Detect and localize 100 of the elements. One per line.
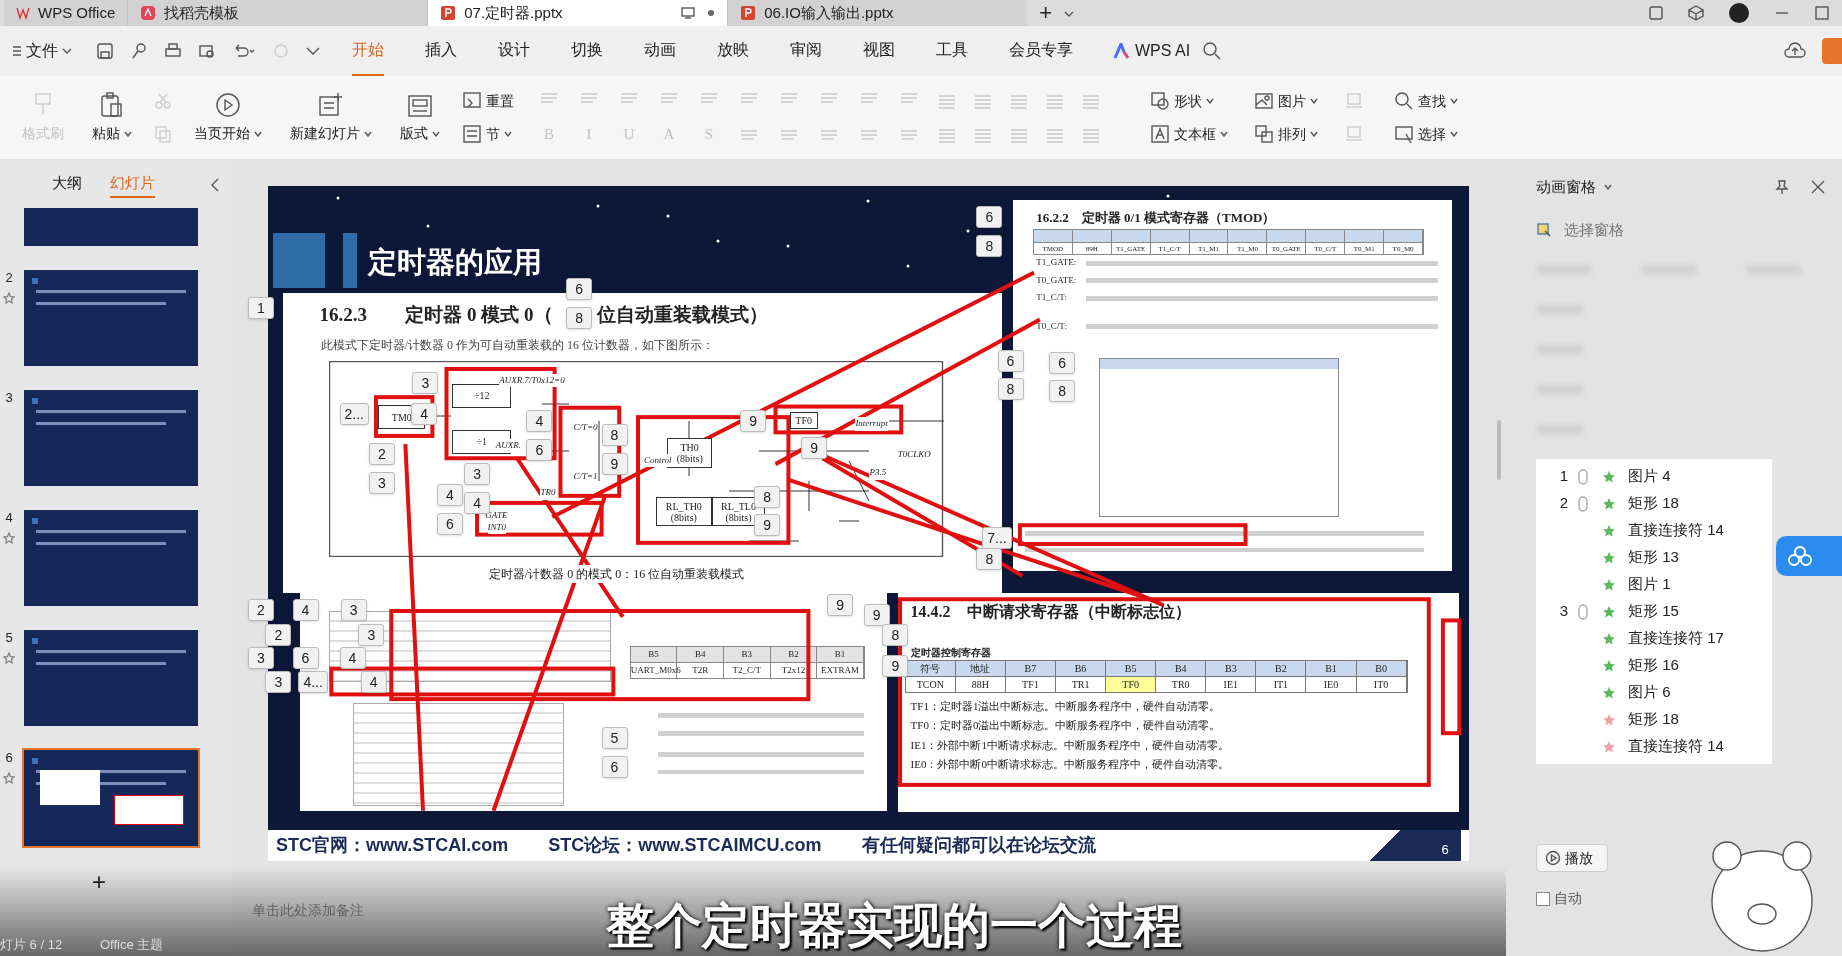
animation-item[interactable]: 直接连接符 14 xyxy=(1536,517,1772,544)
animation-order-tag[interactable]: 8 xyxy=(1049,380,1076,403)
copy-icon[interactable] xyxy=(154,124,172,143)
ribbon-tab[interactable]: 设计 xyxy=(498,26,530,76)
animation-item[interactable]: 图片 1 xyxy=(1536,571,1772,598)
avatar-icon[interactable] xyxy=(1728,2,1750,24)
animation-order-tag[interactable]: 6 xyxy=(526,439,553,461)
animation-order-tag[interactable]: 8 xyxy=(976,548,1003,571)
ribbon-tab[interactable]: 动画 xyxy=(644,26,676,76)
pane-title[interactable]: 动画窗格 xyxy=(1536,176,1612,199)
animation-order-tag[interactable]: 3 xyxy=(412,372,439,395)
animation-order-tag[interactable]: 9 xyxy=(601,453,628,476)
ribbon-button[interactable]: 新建幻灯片 xyxy=(290,91,372,144)
ribbon-tab[interactable]: 插入 xyxy=(425,26,457,76)
caret-icon[interactable] xyxy=(306,46,320,56)
animation-order-tag[interactable]: 9 xyxy=(740,409,767,432)
animation-order-tag[interactable]: 7... xyxy=(982,527,1012,550)
ribbon-button[interactable]: 当页开始 xyxy=(194,91,262,144)
scissors-icon[interactable] xyxy=(154,92,172,109)
ribbon-tab[interactable]: 会员专享 xyxy=(1009,26,1073,76)
animation-order-tag[interactable]: 6 xyxy=(976,206,1003,229)
add-slide-button[interactable]: + xyxy=(92,864,232,900)
maximize-icon[interactable] xyxy=(1814,5,1830,21)
search-icon[interactable] xyxy=(1202,41,1223,61)
animation-item[interactable]: 3 矩形 15 xyxy=(1536,598,1772,625)
cube-icon[interactable] xyxy=(1688,5,1704,21)
file-tab[interactable]: 找稻壳模板 xyxy=(127,0,428,26)
animation-order-tag[interactable]: 9 xyxy=(827,594,854,617)
print-icon[interactable] xyxy=(164,42,182,60)
animation-item[interactable]: 直接连接符 17 xyxy=(1536,625,1772,652)
ribbon-button[interactable]: 节 xyxy=(462,123,514,145)
animation-order-tag[interactable]: 4 xyxy=(339,647,366,669)
file-tab[interactable]: 07.定时器.pptx xyxy=(427,0,728,26)
animation-order-tag[interactable]: 9 xyxy=(882,655,909,678)
window-icon[interactable] xyxy=(1648,5,1664,21)
animation-item[interactable]: 矩形 16 xyxy=(1536,652,1772,679)
ribbon-button[interactable]: 重置 xyxy=(462,90,514,112)
ribbon-tab[interactable]: 切换 xyxy=(571,26,603,76)
ribbon-tab[interactable]: 审阅 xyxy=(790,26,822,76)
animation-item[interactable]: 矩形 13 xyxy=(1536,544,1772,571)
save-icon[interactable] xyxy=(96,42,114,60)
animation-order-tag[interactable]: 2 xyxy=(247,598,274,621)
animation-order-tag[interactable]: 9 xyxy=(801,436,828,459)
animation-order-tag[interactable]: 4 xyxy=(292,598,319,621)
ribbon-button[interactable]: 选择 xyxy=(1394,123,1458,145)
selection-pane-button[interactable]: 选择窗格 xyxy=(1536,218,1826,241)
animation-item[interactable]: 矩形 18 xyxy=(1536,706,1772,733)
animation-order-tag[interactable]: 6 xyxy=(1049,352,1076,375)
animation-item[interactable]: 1 图片 4 xyxy=(1536,463,1772,490)
ribbon-button[interactable]: 排列 xyxy=(1254,123,1318,145)
animation-order-tag[interactable]: 3 xyxy=(464,462,491,485)
ribbon-button[interactable]: 形状 xyxy=(1150,90,1228,112)
cloud-sync-button[interactable] xyxy=(1776,536,1842,576)
animation-order-tag[interactable]: 2 xyxy=(265,623,292,646)
animation-order-tag[interactable]: 4... xyxy=(298,670,328,693)
ribbon-button[interactable]: 查找 xyxy=(1394,90,1458,112)
animation-order-tag[interactable]: 8 xyxy=(882,623,909,646)
scrollbar-thumb[interactable] xyxy=(1497,420,1501,480)
close-icon[interactable] xyxy=(1810,179,1826,196)
cloud-upload-icon[interactable] xyxy=(1784,42,1806,60)
redo-icon[interactable] xyxy=(272,42,290,60)
ribbon-tab[interactable]: 放映 xyxy=(717,26,749,76)
animation-order-tag[interactable]: 6 xyxy=(292,647,319,669)
pin-icon[interactable] xyxy=(1774,179,1790,196)
collapse-icon[interactable] xyxy=(210,178,220,192)
auto-preview-checkbox[interactable]: 自动 xyxy=(1536,888,1826,909)
animation-order-tag[interactable]: 3 xyxy=(358,623,385,646)
wps-ai-button[interactable]: WPS AI xyxy=(1113,39,1191,63)
animation-item[interactable]: 2 矩形 18 xyxy=(1536,490,1772,517)
animation-order-tag[interactable]: 8 xyxy=(566,307,593,330)
animation-order-tag[interactable]: 6 xyxy=(437,513,463,536)
ribbon-tab[interactable]: 视图 xyxy=(863,26,895,76)
panel-tab[interactable]: 大纲 xyxy=(52,172,82,198)
animation-order-tag[interactable]: 6 xyxy=(601,756,628,779)
animation-order-tag[interactable]: 8 xyxy=(976,234,1003,257)
animation-item[interactable]: 直接连接符 14 xyxy=(1536,733,1772,760)
ribbon-button[interactable]: 版式 xyxy=(400,91,440,144)
animation-order-tag[interactable]: 4 xyxy=(526,409,553,432)
ribbon-button[interactable]: 文本框 xyxy=(1150,123,1228,145)
ribbon-button[interactable]: 粘贴 xyxy=(92,91,132,144)
slide-thumbnail[interactable] xyxy=(22,748,200,848)
animation-order-tag[interactable]: 4 xyxy=(464,491,491,514)
play-button[interactable]: 播放 xyxy=(1536,844,1608,872)
ribbon-button[interactable]: 图片 xyxy=(1254,90,1318,112)
animation-order-tag[interactable]: 4 xyxy=(437,483,463,506)
animation-order-tag[interactable]: 6 xyxy=(566,278,593,301)
share-button[interactable] xyxy=(1822,38,1842,64)
ribbon-tab[interactable]: 工具 xyxy=(936,26,968,76)
animation-item[interactable]: 图片 6 xyxy=(1536,679,1772,706)
animation-order-tag[interactable]: 1 xyxy=(247,296,274,319)
animation-order-tag[interactable]: 3 xyxy=(265,670,292,693)
animation-order-tag[interactable]: 3 xyxy=(247,647,274,669)
animation-order-tag[interactable]: 8 xyxy=(754,486,781,508)
file-menu-button[interactable]: 文件 xyxy=(4,35,80,67)
file-tab[interactable]: 06.IO输入输出.pptx xyxy=(727,0,1028,26)
animation-order-tag[interactable]: 9 xyxy=(754,514,781,537)
file-tab[interactable]: WPS Office xyxy=(4,0,128,26)
new-tab-button[interactable]: + xyxy=(1027,0,1065,26)
print-preview-icon[interactable] xyxy=(198,42,216,60)
animation-order-tag[interactable]: 4 xyxy=(411,402,438,425)
